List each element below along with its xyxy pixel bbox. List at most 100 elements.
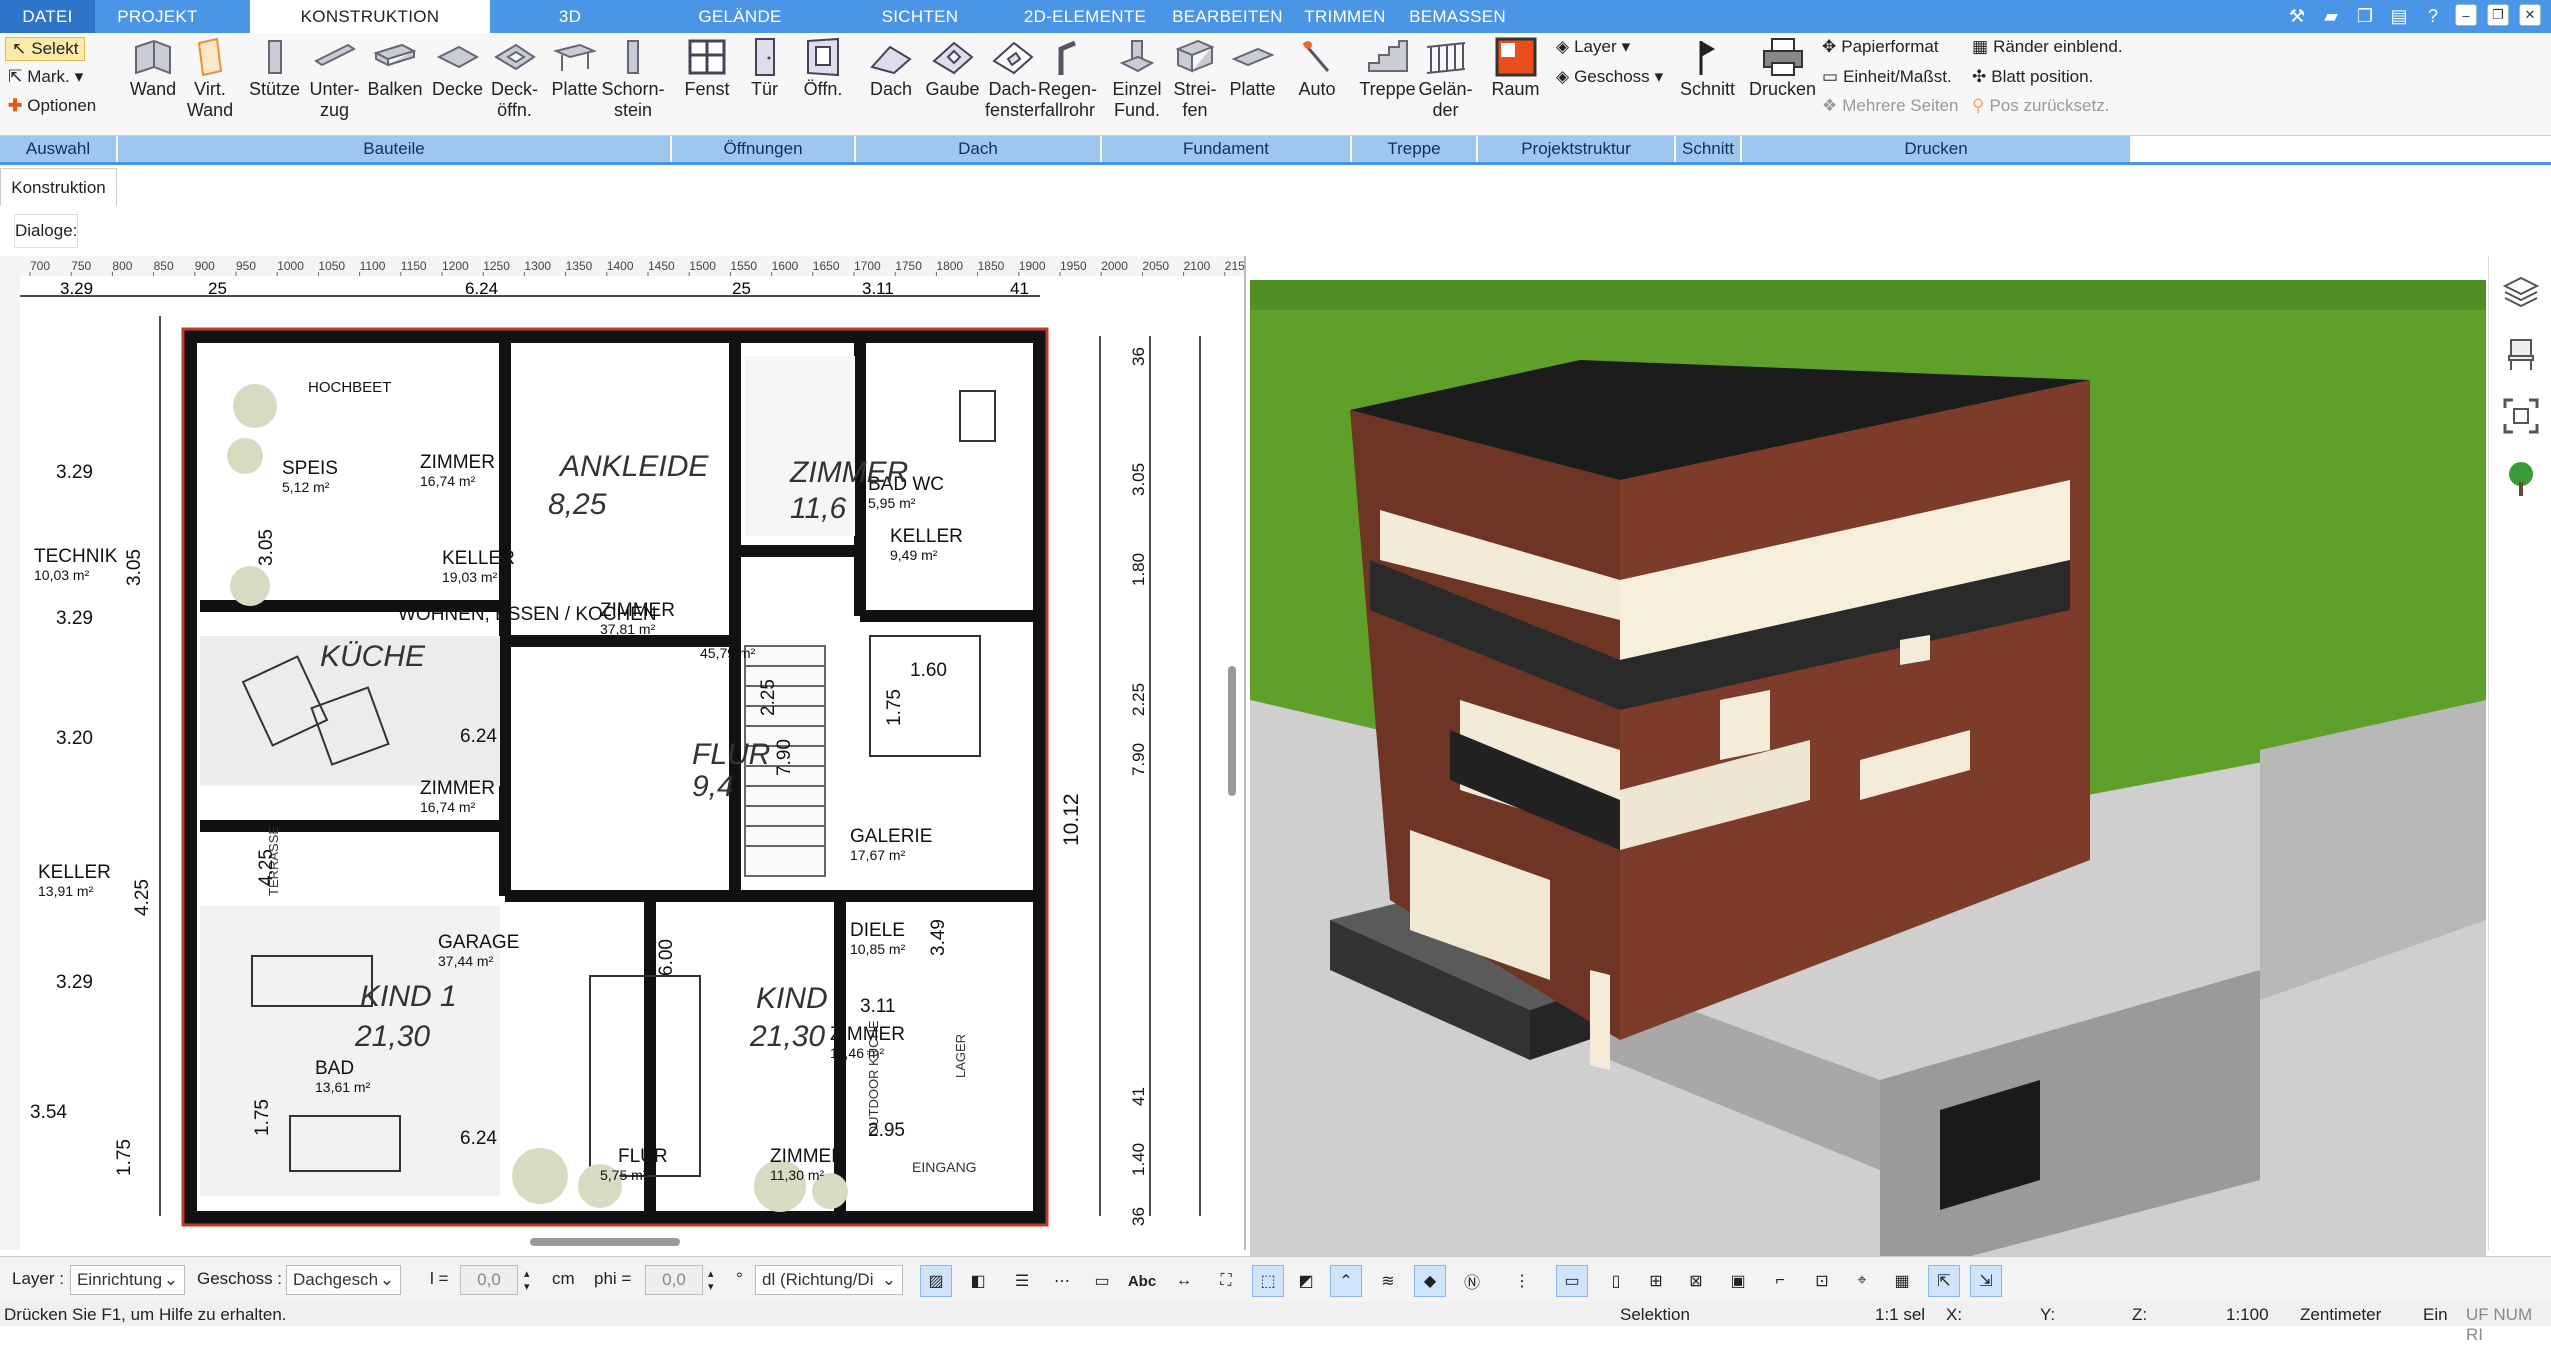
treppe-button[interactable]: Treppe [1359, 37, 1416, 100]
center-icon[interactable]: ⌖ [1846, 1265, 1878, 1297]
optionen-button[interactable]: ✚ Optionen [8, 96, 96, 116]
unterzug-button[interactable]: Unter-zug [307, 37, 362, 121]
point-icon[interactable]: ⊡ [1806, 1265, 1838, 1297]
einheit-button[interactable]: ▭ Einheit/Maßst. [1822, 67, 1952, 87]
tab-trimmen[interactable]: TRIMMEN [1295, 0, 1395, 33]
phi-input[interactable]: 0,0 [645, 1265, 703, 1295]
roof-view-icon[interactable]: ⌃ [1330, 1265, 1362, 1297]
oeffnung-button[interactable]: Öffn. [798, 37, 848, 100]
tab-3d[interactable]: 3D [490, 0, 650, 33]
streifenfundament-button[interactable]: Strei-fen [1170, 37, 1220, 121]
fit-view-icon[interactable] [2501, 396, 2541, 436]
dimension-icon[interactable]: ↔ [1168, 1265, 1200, 1297]
tree-icon[interactable] [2501, 458, 2541, 498]
decke-button[interactable]: Decke [430, 37, 485, 100]
tab-gelaende[interactable]: GELÄNDE [650, 0, 830, 33]
auto-button[interactable]: Auto [1292, 37, 1342, 100]
regenfallrohr-button[interactable]: Regen-fallrohr [1038, 37, 1097, 121]
grid-icon[interactable]: ⊞ [1640, 1265, 1672, 1297]
magnet-icon[interactable]: ⇱ [1928, 1265, 1960, 1297]
ruler-tick-label: 1850 [978, 259, 1005, 273]
tab-document-konstruktion[interactable]: Konstruktion [0, 168, 117, 206]
virt-wand-button[interactable]: Virt. Wand [185, 37, 235, 121]
layers-stack-icon[interactable]: ≋ [1372, 1265, 1404, 1297]
tools-icon[interactable]: ⚒ [2285, 4, 2309, 28]
floor-plan-view[interactable]: 700 750 800 850 900 950 1000 1050 1100 1150 1200 12… [0, 256, 1246, 1250]
gelaender-button[interactable]: Gelän-der [1418, 37, 1473, 121]
tuer-button[interactable]: Tür [742, 37, 787, 100]
minimize-button[interactable]: – [2455, 4, 2477, 26]
dialog-label: Dialoge: [14, 214, 79, 248]
vertical-scrollbar[interactable] [1228, 666, 1236, 796]
color-icon[interactable]: ◩ [1290, 1265, 1322, 1297]
surface-icon[interactable]: ◆ [1414, 1265, 1446, 1297]
room-label-icon[interactable]: ▭ [1086, 1265, 1118, 1297]
close-button[interactable]: ✕ [2519, 4, 2541, 26]
tab-bearbeiten[interactable]: BEARBEITEN [1160, 0, 1295, 33]
raum-button[interactable]: Raum [1488, 37, 1543, 100]
line-style-icon[interactable]: ⋯ [1046, 1265, 1078, 1297]
furniture-chair-icon[interactable] [2501, 334, 2541, 374]
mark-button[interactable]: ⇱ Mark. ▾ [8, 67, 83, 87]
print-icon[interactable]: ▤ [2387, 4, 2411, 28]
geschoss-select[interactable]: Dachgesch ⌄ [286, 1265, 401, 1295]
tab-konstruktion[interactable]: KONSTRUKTION [250, 0, 490, 33]
fundamentplatte-button[interactable]: Platte [1225, 37, 1280, 100]
dach-button[interactable]: Dach [866, 37, 916, 100]
select-frame-icon[interactable]: ⬚ [1252, 1265, 1284, 1297]
north-icon[interactable]: Ⓝ [1456, 1265, 1488, 1297]
geschoss-button[interactable]: ◈ Geschoss ▾ [1556, 67, 1663, 87]
3d-view[interactable] [1250, 280, 2486, 1256]
einzelfundament-button[interactable]: Einzel Fund. [1112, 37, 1162, 121]
raender-button[interactable]: ▦ Ränder einblend. [1972, 37, 2123, 57]
more-options-icon[interactable]: ⋮ [1506, 1265, 1538, 1297]
raster-icon[interactable]: ▦ [1886, 1265, 1918, 1297]
pos-zuruecksetzen-button[interactable]: ⚲ Pos zurücksetz. [1972, 96, 2109, 116]
frame-icon[interactable]: ⛶ [1210, 1265, 1242, 1297]
length-stepper[interactable]: ▴ ▾ [524, 1267, 530, 1293]
fill-icon[interactable]: ◧ [962, 1265, 994, 1297]
line-weight-icon[interactable]: ☰ [1006, 1265, 1038, 1297]
restore-button[interactable]: ❐ [2487, 4, 2509, 26]
input-mode-select[interactable]: dl (Richtung/Di ⌄ [755, 1265, 903, 1295]
horizontal-scrollbar[interactable] [530, 1238, 680, 1246]
papierformat-button[interactable]: ✥ Papierformat [1822, 37, 1939, 57]
3d-canvas[interactable] [1250, 280, 2486, 1256]
gaube-button[interactable]: Gaube [925, 37, 980, 100]
tab-projekt[interactable]: PROJEKT [95, 0, 220, 33]
layer-select[interactable]: Einrichtung ⌄ [70, 1265, 185, 1295]
help-icon[interactable]: ? [2421, 4, 2445, 28]
phi-stepper[interactable]: ▴ ▾ [708, 1267, 714, 1293]
balken-button[interactable]: Balken [365, 37, 425, 100]
snap-icon[interactable]: ⊠ [1680, 1265, 1712, 1297]
stuetze-button[interactable]: Stütze [247, 37, 302, 100]
folder-icon[interactable]: ▰ [2319, 4, 2343, 28]
platte-button[interactable]: Platte [547, 37, 602, 100]
selekt-button[interactable]: ↖ Selekt [5, 37, 85, 61]
tab-2d-elemente[interactable]: 2D-ELEMENTE [1010, 0, 1160, 33]
layer-button[interactable]: ◈ Layer ▾ [1556, 37, 1630, 57]
corner-icon[interactable]: ⌐ [1764, 1265, 1796, 1297]
mehrere-seiten-button[interactable]: ❖ Mehrere Seiten [1822, 96, 1958, 116]
tab-datei[interactable]: DATEI [0, 0, 95, 33]
windows-icon[interactable]: ❐ [2353, 4, 2377, 28]
deckoeffn-button[interactable]: Deck-öffn. [487, 37, 542, 121]
blatt-position-button[interactable]: ✣ Blatt position. [1972, 67, 2093, 87]
length-input[interactable]: 0,0 [460, 1265, 518, 1295]
hatch-icon[interactable]: ▨ [920, 1265, 952, 1297]
floor-plan-canvas[interactable]: 700 750 800 850 900 950 1000 1050 1100 1150 1200 12… [0, 256, 1246, 1250]
page-icon[interactable]: ▯ [1600, 1265, 1632, 1297]
tab-sichten[interactable]: SICHTEN [830, 0, 1010, 33]
layers-icon[interactable] [2501, 272, 2541, 312]
fenster-button[interactable]: Fenst [682, 37, 732, 100]
snap-off-icon[interactable]: ⇲ [1970, 1265, 2002, 1297]
dachfenster-button[interactable]: Dach-fenster [985, 37, 1040, 121]
drucken-button[interactable]: Drucken [1749, 37, 1816, 100]
view-window-icon[interactable]: ▭ [1556, 1265, 1588, 1297]
image-icon[interactable]: ▣ [1722, 1265, 1754, 1297]
schnitt-button[interactable]: Schnitt [1680, 37, 1735, 100]
schornstein-button[interactable]: Schorn-stein [601, 37, 665, 121]
text-abc-icon[interactable]: Abc [1126, 1265, 1158, 1297]
tab-bemassen[interactable]: BEMASSEN [1395, 0, 1520, 33]
wand-button[interactable]: Wand [128, 37, 178, 100]
